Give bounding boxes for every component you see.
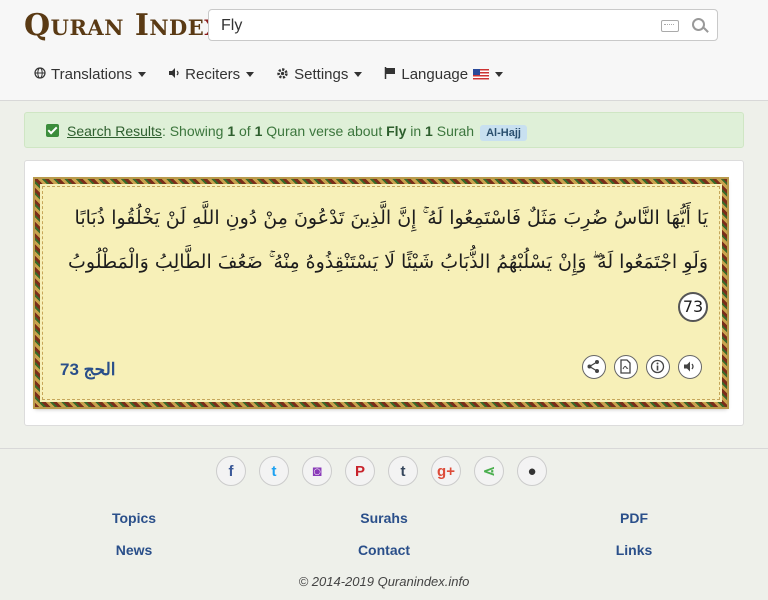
- us-flag-icon: [473, 69, 490, 80]
- instagram-icon[interactable]: ◙: [302, 456, 332, 486]
- nav-settings[interactable]: Settings: [276, 66, 363, 83]
- footer-link-surahs[interactable]: Surahs: [360, 510, 407, 526]
- nav-translations[interactable]: Translations: [34, 66, 147, 83]
- search-results-link[interactable]: Search Results: [67, 123, 162, 139]
- audio-button[interactable]: [678, 355, 702, 379]
- nav-language[interactable]: Language: [384, 66, 504, 83]
- footer-link-news[interactable]: News: [116, 542, 153, 558]
- verse-text: يَا أَيُّهَا النَّاسُ ضُرِبَ مَثَلٌ فَاس…: [58, 196, 708, 328]
- results-summary: Search Results: Showing 1 of 1 Quran ver…: [67, 123, 527, 141]
- googleplus-icon[interactable]: g+: [431, 456, 461, 486]
- site-header: Quran Index Translations Reciters Settin…: [0, 0, 768, 101]
- chevron-down-icon: [354, 72, 363, 77]
- chevron-down-icon: [246, 72, 255, 77]
- info-icon: [650, 359, 665, 374]
- nav-reciters-label: Reciters: [185, 66, 241, 83]
- tumblr-icon[interactable]: t: [388, 456, 418, 486]
- footer-link-contact[interactable]: Contact: [358, 542, 410, 558]
- surah-badge[interactable]: Al-Hajj: [480, 125, 527, 141]
- nav-settings-label: Settings: [294, 66, 349, 83]
- results-alert: Search Results: Showing 1 of 1 Quran ver…: [24, 112, 744, 148]
- pdf-button[interactable]: [614, 355, 638, 379]
- verse-actions: [582, 355, 702, 379]
- gear-icon: [276, 67, 289, 83]
- chevron-down-icon: [138, 72, 147, 77]
- audio-icon: [684, 361, 694, 372]
- pdf-icon: [620, 359, 631, 374]
- speaker-icon: [168, 67, 180, 82]
- footer-link-pdf[interactable]: PDF: [620, 510, 648, 526]
- pinterest-icon[interactable]: P: [345, 456, 375, 486]
- twitter-icon[interactable]: t: [259, 456, 289, 486]
- footer-link-links[interactable]: Links: [616, 542, 653, 558]
- share-icon: [587, 360, 599, 373]
- checkbox-icon: [46, 124, 59, 137]
- keyboard-icon[interactable]: [661, 20, 679, 32]
- ayah-number: 73: [678, 291, 708, 322]
- share-icon[interactable]: ⋖: [474, 456, 504, 486]
- nav-translations-label: Translations: [51, 66, 133, 83]
- facebook-icon[interactable]: f: [216, 456, 246, 486]
- nav-language-label: Language: [401, 66, 469, 83]
- share-button[interactable]: [582, 355, 606, 379]
- social-links: f t ◙ Pt g+ ⋖ ●: [216, 456, 547, 486]
- verse-card: يَا أَيُّهَا النَّاسُ ضُرِبَ مَثَلٌ فَاس…: [24, 160, 744, 426]
- globe-icon: [34, 67, 46, 82]
- footer-link-topics[interactable]: Topics: [112, 510, 156, 526]
- verse-frame: يَا أَيُّهَا النَّاسُ ضُرِبَ مَثَلٌ فَاس…: [35, 179, 727, 407]
- main-nav: Translations Reciters Settings Language: [34, 66, 525, 83]
- surah-reference[interactable]: الحج 73: [60, 360, 116, 380]
- chevron-down-icon: [495, 72, 504, 77]
- search-box: [208, 9, 718, 41]
- search-input[interactable]: [219, 15, 643, 37]
- footer-divider: [0, 448, 768, 449]
- site-logo[interactable]: Quran Index: [24, 8, 221, 43]
- copyright: © 2014-2019 Quranindex.info: [298, 574, 470, 589]
- search-icon[interactable]: [692, 18, 705, 31]
- info-button[interactable]: [646, 355, 670, 379]
- github-icon[interactable]: ●: [517, 456, 547, 486]
- flag-icon: [384, 67, 396, 82]
- nav-reciters[interactable]: Reciters: [168, 66, 255, 83]
